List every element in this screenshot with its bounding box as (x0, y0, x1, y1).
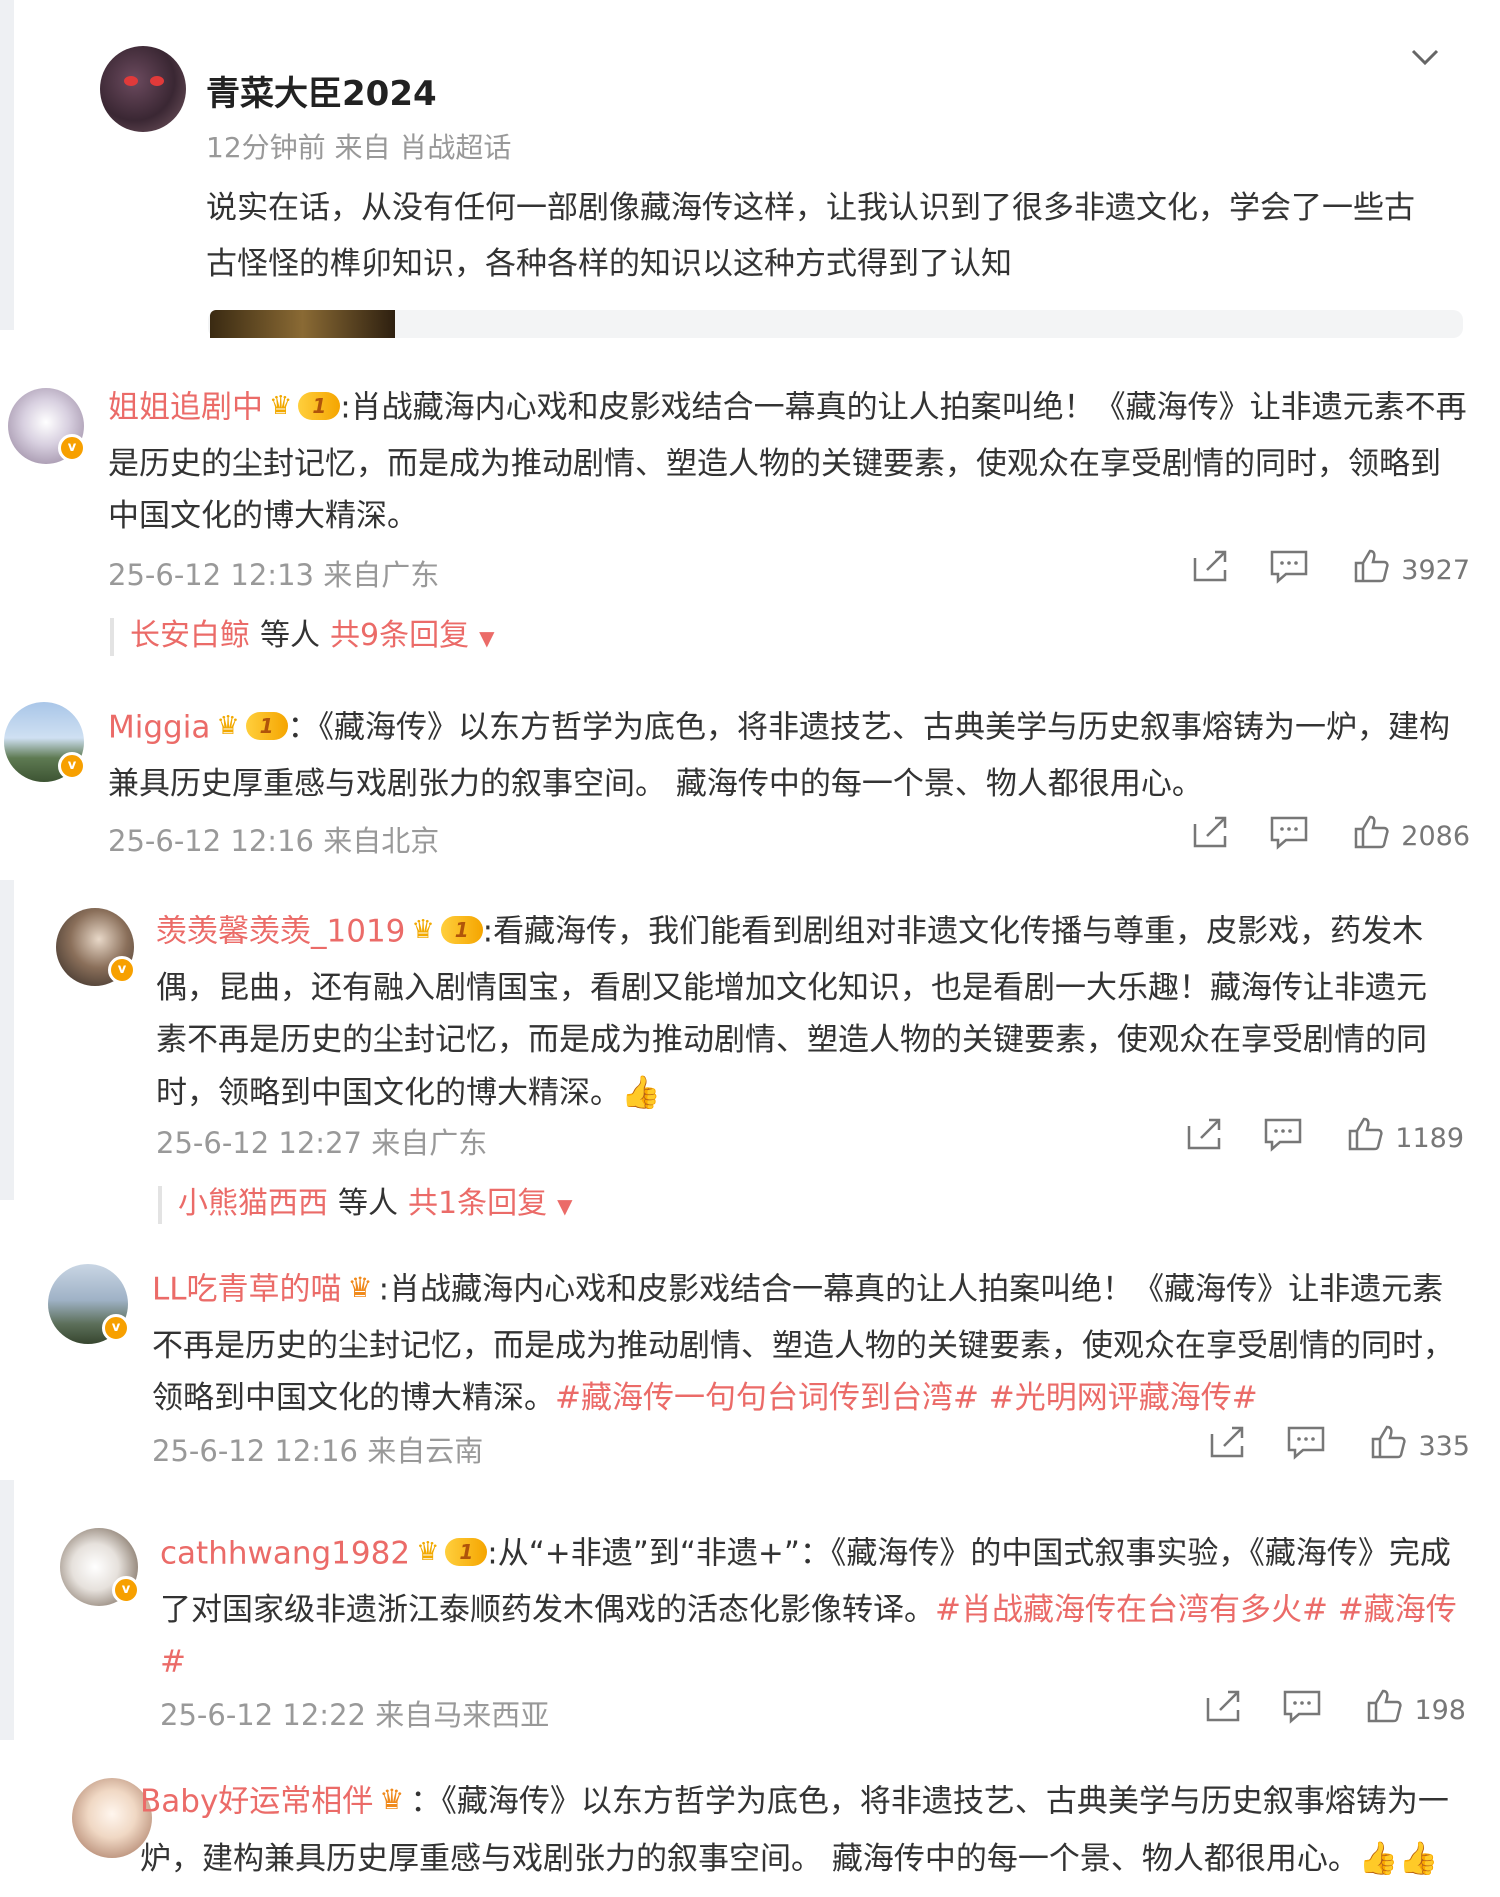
verified-badge-icon: v (112, 1576, 140, 1604)
share-icon[interactable] (1204, 1688, 1244, 1732)
comment-actions: 198 (1204, 1688, 1466, 1732)
verified-badge-icon: v (102, 1314, 130, 1342)
share-icon[interactable] (1191, 814, 1231, 858)
thumbs-up-emoji: 👍 (621, 1073, 661, 1111)
like-count: 3927 (1401, 554, 1470, 586)
like-count: 2086 (1401, 820, 1470, 852)
like-count: 198 (1414, 1694, 1466, 1726)
comment-meta: 25-6-12 12:16 来自云南 (152, 1434, 484, 1468)
thumb-up-icon[interactable] (1347, 1116, 1385, 1160)
crown-icon: ♛ (269, 391, 293, 421)
comment-username[interactable]: Baby好运常相伴 (140, 1784, 373, 1820)
comment-meta: 25-6-12 12:16 来自北京 (108, 824, 440, 858)
comment-username[interactable]: 羡羡馨羡羡_1019 (156, 914, 405, 950)
reply-total[interactable]: 共9条回复 (330, 618, 469, 653)
hashtags[interactable]: #藏海传一句句台词传到台湾# #光明网评藏海传# (555, 1380, 1258, 1416)
comment-icon[interactable] (1286, 1424, 1326, 1468)
reply-username[interactable]: 小熊猫西西 (178, 1186, 328, 1221)
level-badge: 1 (445, 1538, 488, 1566)
thumbs-up-emoji: 👍👍 (1358, 1839, 1439, 1877)
level-badge: 1 (245, 712, 288, 740)
post-image-thumbnail[interactable] (210, 310, 395, 338)
comment-text: cathhwang1982 ♛ 1:从“+非遗”到“非遗+”：《藏海传》的中国式叙事… (160, 1526, 1460, 1688)
comment-meta: 25-6-12 12:27 来自广东 (156, 1126, 488, 1160)
chevron-down-icon[interactable] (1410, 40, 1440, 75)
avatar[interactable]: v (4, 702, 86, 782)
crown-icon: ♛ (379, 1783, 405, 1816)
post-media-strip (208, 310, 1463, 338)
post-text: 说实在话，从没有任何一部剧像藏海传这样，让我认识到了很多非遗文化，学会了一些古古… (206, 190, 1415, 282)
caret-down-icon[interactable]: ▼ (557, 1194, 572, 1218)
comment-actions: 1189 (1185, 1116, 1464, 1160)
comment-meta: 25-6-12 12:13 来自广东 (108, 558, 440, 592)
comment-username[interactable]: cathhwang1982 (160, 1536, 410, 1572)
crown-icon: ♛ (411, 915, 435, 945)
avatar[interactable]: v (8, 388, 86, 464)
comment-username[interactable]: LL吃青草的喵 (152, 1272, 342, 1308)
caret-down-icon[interactable]: ▼ (479, 626, 494, 650)
post-author-name[interactable]: 青菜大臣2024 (206, 66, 437, 115)
reply-others-label: 等人 (338, 1186, 398, 1221)
avatar[interactable]: v (48, 1264, 130, 1344)
comment-text: Miggia ♛ 1 ：《藏海传》以东方哲学为底色，将非遗技艺、古典美学与历史叙事熔铸… (108, 700, 1468, 810)
thumb-up-icon[interactable] (1353, 814, 1391, 858)
reply-others-label: 等人 (260, 618, 320, 653)
comment-username[interactable]: Miggia (108, 710, 210, 746)
comment-actions: 2086 (1191, 814, 1470, 858)
left-edge-strip (0, 880, 14, 1200)
reply-summary[interactable]: 小熊猫西西 等人 共1条回复 ▼ (158, 1186, 572, 1224)
thumb-up-icon[interactable] (1353, 548, 1391, 592)
share-icon[interactable] (1185, 1116, 1225, 1160)
comment-username[interactable]: 姐姐追剧中 (108, 390, 263, 426)
avatar[interactable]: v (56, 908, 136, 986)
crown-icon: ♛ (216, 711, 240, 741)
share-icon[interactable] (1191, 548, 1231, 592)
level-badge: 1 (440, 916, 483, 944)
post-meta: 12分钟前 来自 肖战超话 (206, 131, 512, 164)
reply-username[interactable]: 长安白鲸 (130, 618, 250, 653)
comment-meta: 25-6-12 12:22 来自马来西亚 (160, 1698, 550, 1732)
avatar[interactable]: v (60, 1528, 140, 1606)
comment-icon[interactable] (1263, 1116, 1303, 1160)
reply-summary[interactable]: 长安白鲸 等人 共9条回复 ▼ (110, 618, 494, 656)
thumb-up-icon[interactable] (1366, 1688, 1404, 1732)
comment-actions: 335 (1208, 1424, 1470, 1468)
reply-total[interactable]: 共1条回复 (408, 1186, 547, 1221)
comment-body: ：《藏海传》以东方哲学为底色，将非遗技艺、古典美学与历史叙事熔铸为一炉，建构兼具… (108, 709, 1451, 803)
like-count: 335 (1418, 1430, 1470, 1462)
thumb-up-icon[interactable] (1370, 1424, 1408, 1468)
like-count: 1189 (1395, 1122, 1464, 1154)
crown-icon: ♛ (347, 1271, 373, 1304)
comment-text: 姐姐追剧中 ♛ 1:肖战藏海内心戏和皮影戏结合一幕真的让人拍案叫绝！《藏海传》让非遗… (108, 380, 1468, 542)
comment-icon[interactable] (1282, 1688, 1322, 1732)
verified-badge-icon: v (58, 434, 86, 462)
comment-actions: 3927 (1191, 548, 1470, 592)
comment-text: Baby好运常相伴 ♛ ：《藏海传》以东方哲学为底色，将非遗技艺、古典美学与历史叙事… (140, 1774, 1460, 1885)
verified-badge-icon: v (58, 752, 86, 780)
share-icon[interactable] (1208, 1424, 1248, 1468)
post-author-avatar[interactable] (100, 46, 186, 132)
verified-badge-icon: v (108, 956, 136, 984)
comment-text: 羡羡馨羡羡_1019 ♛ 1:看藏海传，我们能看到剧组对非遗文化传播与尊重，皮影戏，… (156, 904, 1456, 1119)
comment-text: LL吃青草的喵 ♛:肖战藏海内心戏和皮影戏结合一幕真的让人拍案叫绝！《藏海传》让非… (152, 1262, 1462, 1424)
comment-icon[interactable] (1269, 814, 1309, 858)
crown-icon: ♛ (416, 1537, 440, 1567)
level-badge: 1 (298, 392, 341, 420)
left-edge-strip (0, 0, 14, 330)
left-edge-strip (0, 1480, 14, 1740)
comment-icon[interactable] (1269, 548, 1309, 592)
